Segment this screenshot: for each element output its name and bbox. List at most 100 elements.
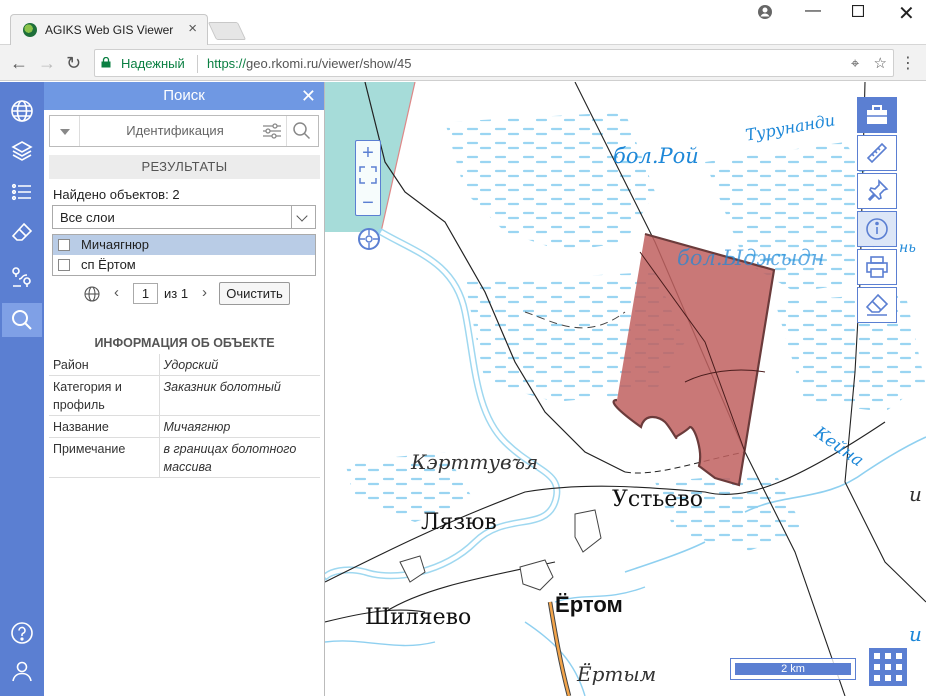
selected-feature-polygon[interactable] [612, 232, 776, 487]
list-item[interactable]: сп Ёртом [53, 255, 315, 275]
map-canvas[interactable] [325, 82, 926, 696]
panel-close-icon[interactable]: ✕ [301, 82, 316, 110]
map-label: бол.Ыджыдн [677, 246, 825, 270]
map-label: Ёртом [555, 592, 623, 617]
map-label: Кэрттувъя [411, 450, 539, 474]
map-label: Лязюв [421, 510, 497, 535]
list-item[interactable]: Мичаягнюр [53, 235, 315, 255]
layers-icon[interactable] [2, 134, 42, 168]
result-checkbox[interactable] [58, 239, 70, 251]
found-count: Найдено объектов: 2 [53, 187, 180, 202]
help-icon[interactable] [2, 616, 42, 650]
location-icon[interactable]: ⌖ [851, 55, 859, 72]
table-row: Примечание в границах болотного массива [49, 437, 320, 478]
search-button[interactable] [286, 116, 318, 146]
page-input[interactable]: 1 [133, 283, 158, 304]
lock-icon [101, 57, 111, 68]
info-key: Примечание [49, 437, 160, 478]
next-page-icon[interactable]: › [202, 284, 207, 301]
eraser-icon[interactable] [2, 216, 42, 250]
pin-button[interactable] [857, 173, 897, 209]
zoom-to-all-globe-icon[interactable] [84, 286, 100, 302]
locate-icon[interactable] [358, 228, 380, 250]
back-icon[interactable]: ← [10, 53, 28, 74]
list-icon[interactable] [2, 175, 42, 209]
object-info-table: Район Удорский Категория и профиль Заказни… [49, 354, 320, 478]
briefcase-icon [867, 105, 887, 124]
table-row: Категория и профиль Заказник болотный [49, 375, 320, 416]
omnibox-separator [197, 55, 198, 73]
results-header: РЕЗУЛЬТАТЫ [49, 155, 320, 179]
search-icon[interactable] [2, 303, 42, 337]
search-mode-dropdown[interactable] [50, 116, 80, 146]
ruler-icon [866, 142, 888, 164]
gis-app: Поиск ✕ Идентификация РЕЗУЛЬТАТЫ Найдено… [0, 82, 926, 696]
map-view[interactable]: Турунанди бол.Рой бол.Ыджыдн нь Кэрттувъ… [325, 82, 926, 696]
result-label: сп Ёртом [81, 257, 136, 272]
zoom-in-button[interactable]: + [356, 141, 380, 166]
globe-favicon-icon [23, 23, 37, 37]
info-value: Заказник болотный [159, 375, 320, 416]
map-label: Устьево [612, 487, 704, 512]
zoom-extent-button[interactable] [356, 166, 380, 191]
zoom-out-button[interactable]: − [356, 191, 380, 216]
user-icon[interactable] [2, 654, 42, 688]
url-path: geo.rkomi.ru/viewer/show/45 [246, 56, 412, 71]
fullscreen-icon [359, 166, 377, 184]
tab-close-icon[interactable]: × [188, 20, 197, 37]
reload-icon[interactable]: ↻ [66, 53, 81, 74]
info-value: Мичаягнюр [159, 415, 320, 438]
map-label: и [909, 622, 922, 646]
printer-icon [866, 256, 888, 278]
info-icon [866, 218, 888, 240]
filter-settings-icon[interactable] [262, 122, 282, 140]
eraser-icon [865, 293, 889, 316]
map-toolbar [857, 97, 897, 325]
url-text[interactable]: https://geo.rkomi.ru/viewer/show/45 [207, 56, 412, 71]
browser-menu-icon[interactable]: ⋮ [900, 53, 916, 73]
table-row: Название Мичаягнюр [49, 415, 320, 438]
table-row: Район Удорский [49, 354, 320, 376]
forward-icon[interactable]: → [38, 53, 56, 74]
search-box: Идентификация [49, 115, 319, 147]
url-scheme: https:// [207, 56, 247, 71]
clear-map-button[interactable] [857, 287, 897, 323]
secure-label: Надежный [121, 56, 185, 71]
basemap-grid-button[interactable] [869, 648, 907, 686]
toolbox-button[interactable] [857, 97, 897, 133]
page-of-label: из 1 [164, 286, 189, 301]
browser-tab[interactable]: AGIKS Web GIS Viewer × [10, 14, 208, 45]
results-list: Мичаягнюр сп Ёртом [52, 234, 316, 276]
map-label: Ёртым [577, 662, 657, 686]
search-go-icon [293, 122, 311, 140]
print-button[interactable] [857, 249, 897, 285]
result-checkbox[interactable] [58, 259, 70, 271]
identify-button[interactable] [857, 211, 897, 247]
search-input[interactable]: Идентификация [80, 123, 270, 138]
minimize-icon[interactable]: — [805, 2, 821, 20]
scale-label: 2 km [735, 663, 851, 675]
route-icon[interactable] [2, 260, 42, 294]
map-label: Шиляево [365, 605, 472, 630]
info-key: Категория и профиль [49, 375, 160, 416]
new-tab-button[interactable] [207, 22, 247, 40]
maximize-icon[interactable] [851, 4, 865, 22]
profile-icon[interactable] [757, 4, 773, 25]
close-window-icon[interactable]: ✕ [898, 1, 915, 26]
panel-title: Поиск [163, 87, 205, 104]
clear-button[interactable]: Очистить [219, 282, 290, 305]
map-label: нь [899, 240, 916, 256]
omnibox[interactable]: Надежный https://geo.rkomi.ru/viewer/sho… [94, 49, 894, 77]
omnibox-icons: ⌖ ☆ [851, 54, 887, 72]
search-panel: Поиск ✕ Идентификация РЕЗУЛЬТАТЫ Найдено… [44, 82, 325, 696]
measure-button[interactable] [857, 135, 897, 171]
chevron-down-icon[interactable] [291, 206, 315, 228]
scale-bar: 2 km [730, 658, 856, 680]
prev-page-icon[interactable]: ‹ [114, 284, 119, 301]
panel-header: Поиск ✕ [44, 82, 324, 110]
left-rail [0, 82, 44, 696]
layer-select[interactable]: Все слои [52, 205, 316, 229]
zoom-control: + − [355, 140, 381, 216]
bookmark-star-icon[interactable]: ☆ [874, 55, 887, 72]
globe-icon[interactable] [2, 94, 42, 128]
